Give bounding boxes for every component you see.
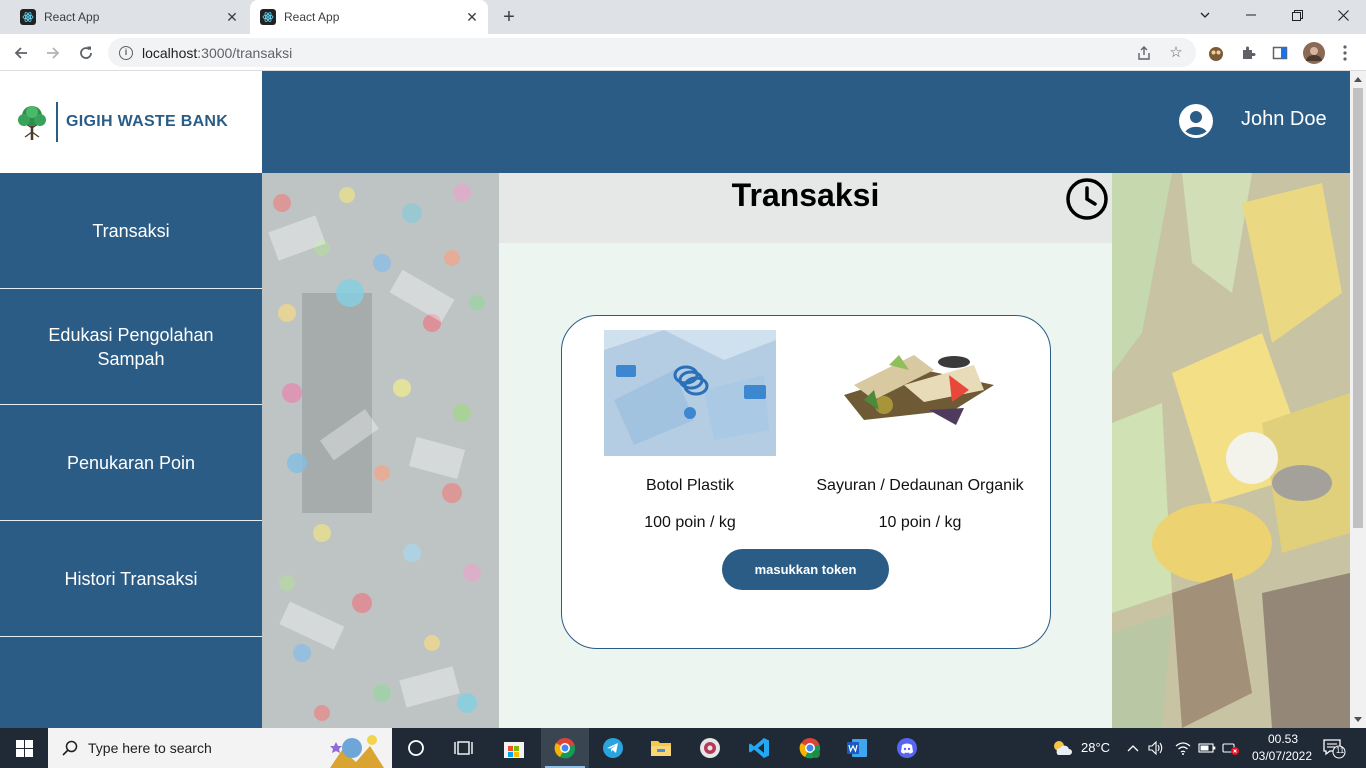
plastic-bottle-image (604, 330, 776, 456)
side-panel-icon[interactable] (1271, 44, 1289, 62)
chevron-down-icon[interactable] (1182, 0, 1228, 30)
close-icon[interactable]: ✕ (224, 9, 240, 25)
share-icon[interactable] (1136, 45, 1152, 61)
scroll-down-arrow[interactable] (1354, 717, 1362, 722)
media-app-icon[interactable] (698, 736, 722, 760)
url-text: localhost:3000/transaksi (142, 44, 293, 61)
browser-tab-active[interactable]: React App ✕ (250, 0, 488, 34)
task-view-icon[interactable] (452, 736, 476, 760)
browser-tab[interactable]: React App ✕ (0, 0, 248, 34)
taskbar-search-box[interactable]: Type here to search (48, 728, 392, 768)
user-name[interactable]: John Doe (1241, 108, 1327, 131)
notification-center-icon[interactable]: 11 (1322, 736, 1346, 760)
back-button[interactable] (8, 40, 34, 66)
extension-owl-icon[interactable] (1207, 44, 1225, 62)
waste-type-card: Botol Plastik 100 poin / kg Sayuran / De… (561, 315, 1051, 649)
browser-tab-strip: React App ✕ React App ✕ + (0, 0, 1366, 34)
sidebar-item-edukasi[interactable]: Edukasi Pengolahan Sampah (0, 289, 262, 405)
search-icon (62, 740, 78, 756)
sidebar-item-label: Penukaran Poin (66, 452, 196, 473)
app-root: GIGIH WASTE BANK John Doe Transaksi Eduk… (0, 71, 1350, 728)
clock-date[interactable]: 03/07/2022 (1249, 749, 1315, 763)
discord-icon[interactable] (895, 736, 919, 760)
enter-token-button[interactable]: masukkan token (722, 549, 889, 590)
organic-waste-image (834, 330, 1006, 456)
meet-now-icon[interactable] (1220, 736, 1242, 760)
vscode-icon[interactable] (747, 736, 771, 760)
telegram-icon[interactable] (601, 736, 625, 760)
reload-button[interactable] (73, 40, 99, 66)
minimize-button[interactable] (1228, 0, 1274, 30)
main-content: Transaksi Botol Plastik 100 poin / kg Sa… (499, 173, 1112, 728)
chevron-up-icon[interactable] (1123, 736, 1143, 760)
forward-button[interactable] (40, 40, 66, 66)
close-icon[interactable]: ✕ (464, 9, 480, 25)
search-placeholder: Type here to search (88, 740, 212, 756)
volume-icon[interactable] (1146, 736, 1166, 760)
clock-time[interactable]: 00.53 (1263, 732, 1303, 746)
item-name: Sayuran / Dedaunan Organik (816, 477, 1024, 494)
tab-title: React App (44, 10, 100, 24)
sidebar-item-histori[interactable]: Histori Transaksi (0, 521, 262, 637)
extensions-puzzle-icon[interactable] (1239, 44, 1257, 62)
restore-button[interactable] (1274, 0, 1320, 30)
search-highlight-illustration (330, 735, 384, 768)
info-icon[interactable]: i (119, 45, 133, 60)
new-tab-button[interactable]: + (499, 7, 519, 27)
sidebar-item-penukaran-poin[interactable]: Penukaran Poin (0, 405, 262, 521)
address-bar[interactable]: i localhost:3000/transaksi ☆ (108, 38, 1196, 67)
close-window-button[interactable] (1320, 0, 1366, 30)
item-price: 10 poin / kg (878, 514, 962, 531)
page-title: Transaksi (731, 177, 880, 213)
scroll-up-arrow[interactable] (1354, 77, 1362, 82)
weather-temperature[interactable]: 28°C (1081, 740, 1110, 755)
tab-title: React App (284, 10, 340, 24)
notification-count: 11 (1335, 746, 1345, 755)
tree-logo-icon (18, 106, 46, 140)
top-header: John Doe (262, 71, 1350, 173)
microsoft-store-icon[interactable] (502, 736, 526, 760)
item-name: Botol Plastik (645, 477, 735, 494)
browser-toolbar: i localhost:3000/transaksi ☆ (0, 34, 1366, 71)
battery-icon[interactable] (1197, 736, 1217, 760)
windows-taskbar: Type here to search 28°C 00.53 03/07/202… (0, 728, 1366, 768)
user-account-icon[interactable] (1179, 104, 1213, 138)
item-price: 100 poin / kg (644, 514, 736, 531)
more-menu-icon[interactable] (1336, 44, 1354, 62)
windows-logo-icon (15, 739, 33, 757)
windows-start-button[interactable] (0, 728, 48, 768)
word-icon[interactable] (845, 736, 869, 760)
file-explorer-icon[interactable] (649, 736, 673, 760)
page-scrollbar[interactable] (1350, 71, 1366, 728)
sidebar: Transaksi Edukasi Pengolahan Sampah Penu… (0, 173, 262, 728)
sidebar-item-label: Histori Transaksi (64, 568, 198, 589)
brand-divider (56, 102, 58, 142)
wifi-icon[interactable] (1173, 736, 1193, 760)
chrome-profile-icon[interactable] (798, 736, 822, 760)
profile-avatar[interactable] (1303, 42, 1325, 64)
sidebar-item-label: Transaksi (92, 220, 170, 241)
sidebar-item-label: Edukasi Pengolahan Sampah (48, 324, 214, 369)
organic-waste-background (1112, 173, 1350, 728)
clock-history-icon[interactable] (1065, 177, 1109, 221)
react-icon (260, 9, 276, 25)
sidebar-item-transaksi[interactable]: Transaksi (0, 173, 262, 289)
react-icon (20, 9, 36, 25)
brand-name: GIGIH WASTE BANK (66, 113, 229, 130)
cortana-icon[interactable] (404, 736, 428, 760)
chrome-icon[interactable] (553, 736, 577, 760)
star-icon[interactable]: ☆ (1168, 45, 1184, 61)
scroll-thumb[interactable] (1353, 88, 1363, 528)
content-header: Transaksi (499, 173, 1112, 243)
brand-logo[interactable]: GIGIH WASTE BANK (0, 71, 262, 173)
weather-icon[interactable] (1050, 736, 1074, 760)
plastic-waste-background (262, 173, 499, 728)
